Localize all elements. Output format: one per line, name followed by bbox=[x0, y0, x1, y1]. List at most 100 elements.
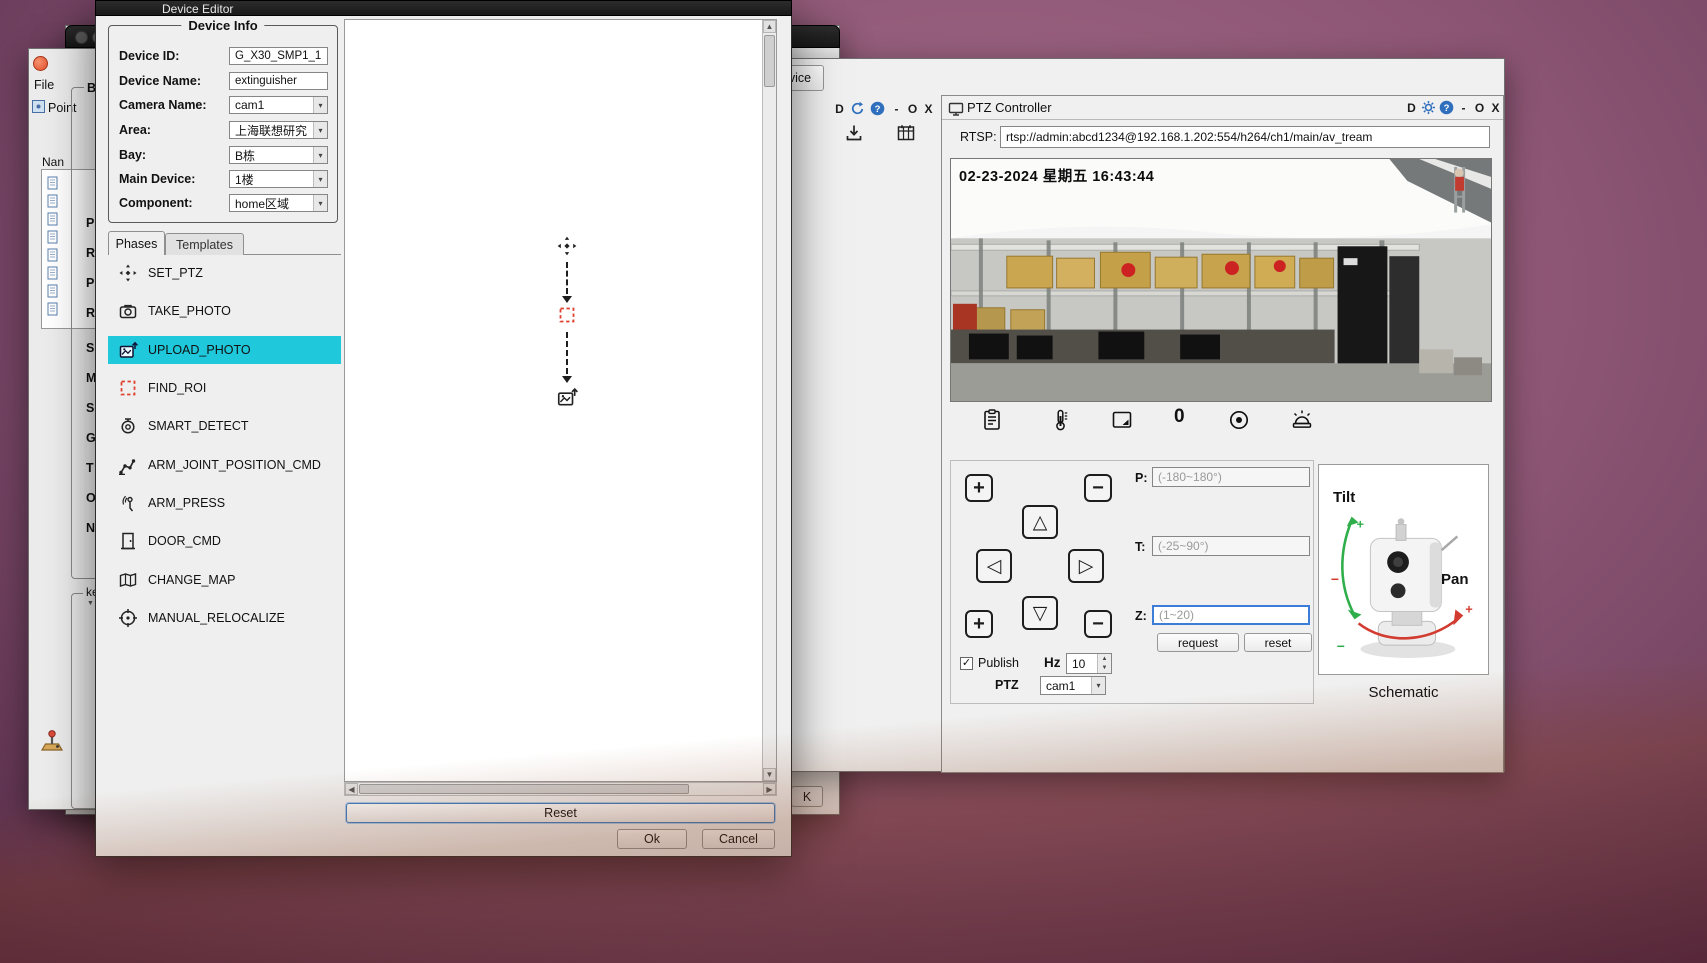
device-editor-dialog: Device Editor Device Info Device ID: Dev… bbox=[95, 0, 792, 857]
menu-file-label: File bbox=[34, 78, 54, 92]
minimize-icon[interactable]: - bbox=[1456, 99, 1471, 116]
desktop: K File Point Nan Bu P R P R S M S G T bbox=[0, 0, 1707, 963]
ptz-controller-panel: PTZ Controller D ? - O X RTSP: bbox=[941, 95, 1504, 773]
resize-icon[interactable] bbox=[1110, 408, 1134, 435]
focus-out-button[interactable]: − bbox=[1084, 610, 1112, 638]
cancel-button[interactable]: Cancel bbox=[702, 829, 775, 849]
device-editor-titlebar[interactable]: Device Editor bbox=[95, 0, 792, 16]
tilt-down-button[interactable]: ▽ bbox=[1022, 596, 1058, 630]
phase-item-manual-relocalize[interactable]: MANUAL_RELOCALIZE bbox=[108, 599, 341, 637]
phase-item-find-roi[interactable]: FIND_ROI bbox=[108, 369, 341, 407]
request-button[interactable]: request bbox=[1157, 633, 1239, 652]
reset-ptz-button[interactable]: reset bbox=[1244, 633, 1312, 652]
close-icon[interactable]: X bbox=[921, 100, 936, 117]
zoom-input[interactable] bbox=[1152, 605, 1310, 625]
device-name-input[interactable] bbox=[229, 72, 328, 90]
flow-node-set-ptz[interactable] bbox=[556, 235, 578, 260]
dock-detach-icon[interactable]: D bbox=[1404, 99, 1419, 116]
float-icon[interactable]: O bbox=[1472, 99, 1487, 116]
pan-right-button[interactable]: ▷ bbox=[1068, 549, 1104, 583]
spinner-down-icon[interactable]: ▼ bbox=[1098, 664, 1111, 674]
component-select[interactable]: home区域▾ bbox=[229, 194, 328, 212]
flow-node-find-roi[interactable] bbox=[557, 305, 577, 328]
tab-phases[interactable]: Phases bbox=[108, 231, 165, 255]
record-icon[interactable] bbox=[1227, 408, 1251, 435]
window-control-icon[interactable] bbox=[75, 31, 88, 44]
rtsp-url-input[interactable] bbox=[1000, 126, 1490, 148]
phase-item-door-cmd[interactable]: DOOR_CMD bbox=[108, 522, 341, 560]
phase-item-set-ptz[interactable]: SET_PTZ bbox=[108, 254, 341, 292]
scroll-up-icon[interactable]: ▲ bbox=[763, 20, 776, 33]
tilt-input[interactable] bbox=[1152, 536, 1310, 556]
canvas-vscrollbar[interactable]: ▲ ▼ bbox=[762, 20, 776, 781]
field-label: Camera Name: bbox=[119, 98, 207, 112]
joystick-icon[interactable] bbox=[39, 727, 65, 756]
hz-spinner[interactable]: 10 ▲▼ bbox=[1066, 653, 1112, 674]
camera-name-select[interactable]: cam1▾ bbox=[229, 96, 328, 114]
name-column-header: Nan bbox=[42, 155, 64, 169]
main-device-select[interactable]: 1楼▾ bbox=[229, 170, 328, 188]
thermometer-icon[interactable] bbox=[1048, 408, 1072, 435]
area-select[interactable]: 上海联想研究▾ bbox=[229, 121, 328, 139]
occluded-label: T bbox=[86, 461, 94, 475]
scroll-right-icon[interactable]: ▶ bbox=[763, 783, 776, 795]
phase-label: CHANGE_MAP bbox=[148, 573, 236, 587]
flow-node-upload-photo[interactable] bbox=[556, 386, 578, 411]
tilt-up-button[interactable]: △ bbox=[1022, 505, 1058, 539]
phase-label: TAKE_PHOTO bbox=[148, 304, 231, 318]
menu-file[interactable]: File bbox=[34, 78, 54, 92]
close-icon[interactable] bbox=[33, 56, 48, 71]
close-icon[interactable]: X bbox=[1488, 99, 1503, 116]
tab-label: Templates bbox=[176, 238, 233, 252]
tab-templates[interactable]: Templates bbox=[165, 233, 244, 255]
scroll-down-icon[interactable]: ▼ bbox=[763, 768, 776, 781]
refresh-icon[interactable] bbox=[850, 101, 865, 119]
smart-detect-icon bbox=[118, 416, 138, 436]
focus-in-button[interactable]: + bbox=[965, 610, 993, 638]
device-info-title: Device Info bbox=[181, 18, 264, 33]
ptz-camera-select[interactable]: cam1 ▾ bbox=[1040, 676, 1106, 695]
alarm-icon[interactable] bbox=[1290, 408, 1314, 435]
float-icon[interactable]: O bbox=[905, 100, 920, 117]
reset-canvas-button[interactable]: Reset bbox=[346, 803, 775, 823]
pan-field-label: P: bbox=[1135, 471, 1148, 485]
zoom-out-button[interactable]: − bbox=[1084, 474, 1112, 502]
report-icon[interactable] bbox=[980, 408, 1004, 435]
help-icon[interactable]: ? bbox=[870, 101, 885, 119]
spinner-up-icon[interactable]: ▲ bbox=[1098, 654, 1111, 664]
combo-value: 上海联想研究 bbox=[235, 122, 307, 139]
flow-canvas[interactable]: ▲ ▼ bbox=[344, 19, 777, 782]
bay-select[interactable]: B栋▾ bbox=[229, 146, 328, 164]
hscroll-thumb[interactable] bbox=[359, 784, 689, 794]
scroll-left-icon[interactable]: ◀ bbox=[345, 783, 358, 795]
download-icon[interactable] bbox=[844, 123, 864, 146]
publish-checkbox[interactable]: ✓ bbox=[960, 657, 973, 670]
canvas-hscrollbar[interactable]: ◀ ▶ bbox=[344, 782, 777, 796]
dock-detach-icon[interactable]: D bbox=[832, 100, 847, 117]
vscroll-thumb[interactable] bbox=[764, 35, 775, 87]
phase-item-take-photo[interactable]: TAKE_PHOTO bbox=[108, 292, 341, 330]
phase-item-smart-detect[interactable]: SMART_DETECT bbox=[108, 407, 341, 445]
phase-item-upload-photo[interactable]: UPLOAD_PHOTO bbox=[108, 331, 341, 369]
device-id-input[interactable] bbox=[229, 47, 328, 65]
zoom-in-button[interactable]: + bbox=[965, 474, 993, 502]
phase-item-arm-joint-position-cmd[interactable]: ARM_JOINT_POSITION_CMD bbox=[108, 446, 341, 484]
pan-input[interactable] bbox=[1152, 467, 1310, 487]
ok-button-fragment[interactable]: K bbox=[791, 786, 823, 807]
pan-left-button[interactable]: ◁ bbox=[976, 549, 1012, 583]
chevron-down-icon[interactable]: ▼ bbox=[87, 600, 94, 607]
publish-label: Publish bbox=[978, 656, 1019, 670]
minimize-icon[interactable]: - bbox=[889, 100, 904, 117]
phase-item-change-map[interactable]: CHANGE_MAP bbox=[108, 561, 341, 599]
phase-item-arm-press[interactable]: ARM_PRESS bbox=[108, 484, 341, 522]
help-icon[interactable]: ? bbox=[1439, 100, 1454, 118]
door-icon bbox=[118, 531, 138, 551]
upload-photo-icon bbox=[118, 340, 138, 360]
ok-button[interactable]: Ok bbox=[617, 829, 687, 849]
gear-icon[interactable] bbox=[1421, 100, 1436, 118]
schedule-icon[interactable] bbox=[896, 123, 916, 146]
phase-label: ARM_PRESS bbox=[148, 496, 225, 510]
hz-label: Hz bbox=[1044, 655, 1061, 670]
zero-counter[interactable]: 0 bbox=[1174, 406, 1185, 428]
combo-value: cam1 bbox=[235, 98, 264, 112]
